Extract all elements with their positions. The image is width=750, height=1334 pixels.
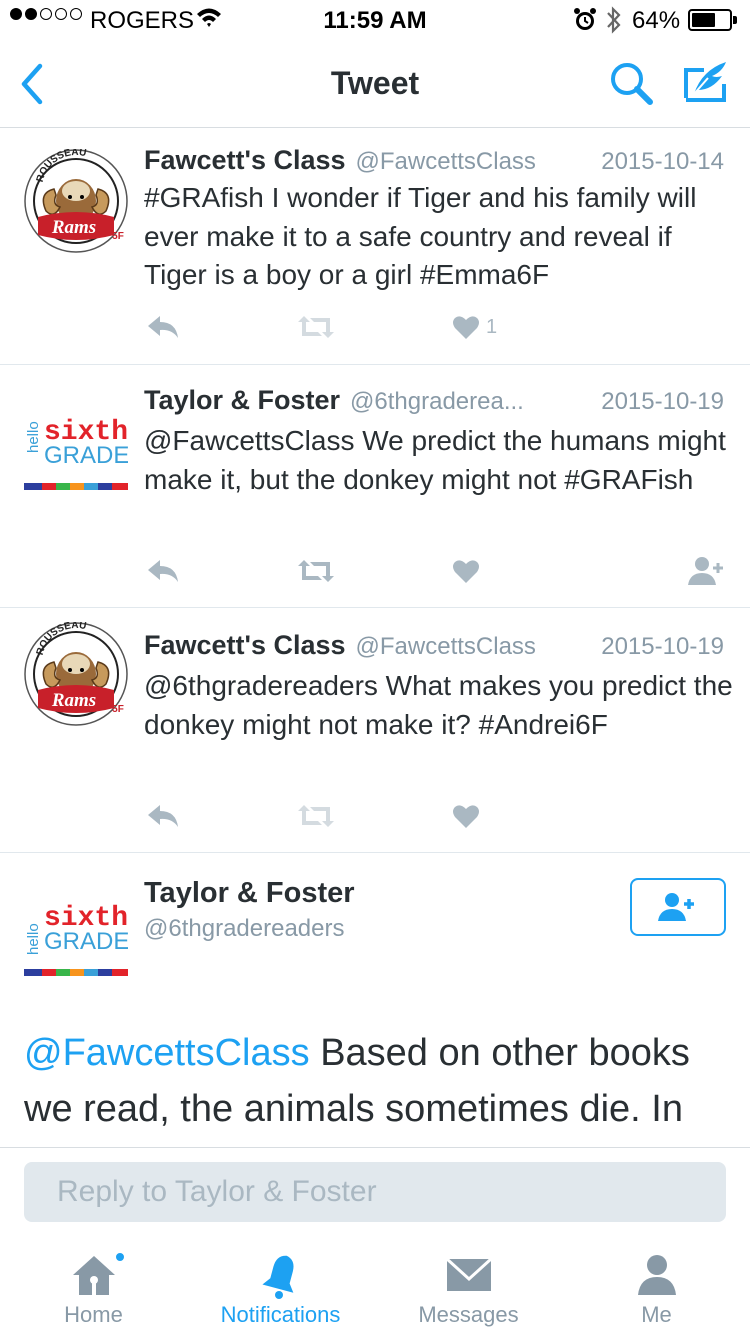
author-name[interactable]: Fawcett's Class — [144, 630, 346, 661]
author-name[interactable]: Taylor & Foster — [144, 877, 355, 910]
svg-text:GRADE: GRADE — [44, 442, 128, 469]
rams-logo: ROUSSEAU Rams 5F — [24, 147, 128, 253]
avatar[interactable]: ROUSSEAU Rams 5F — [24, 620, 128, 726]
reply-icon[interactable] — [146, 796, 180, 836]
tweet[interactable]: ROUSSEAU Rams 5F Fawcett's Class @Fawcet… — [0, 608, 750, 853]
tab-messages[interactable]: Messages — [375, 1239, 562, 1334]
battery-icon — [688, 9, 732, 31]
tab-home[interactable]: Home — [0, 1239, 187, 1334]
tweet-text: @FawcettsClass We predict the humans mig… — [144, 425, 726, 495]
tab-notifications[interactable]: Notifications — [187, 1239, 374, 1334]
tweet-header: Fawcett's Class @FawcettsClass 2015-10-1… — [144, 145, 724, 176]
retweet-icon[interactable] — [296, 307, 336, 347]
tab-me[interactable]: Me — [563, 1239, 750, 1334]
author-name[interactable]: Taylor & Foster — [144, 385, 340, 416]
bluetooth-icon — [604, 5, 624, 42]
tweet-actions — [144, 551, 726, 591]
svg-text:Rams: Rams — [51, 690, 96, 711]
sixth-grade-logo: hello sixth GRADE — [24, 897, 129, 981]
tweet[interactable]: hello sixth GRADE Taylor & Foster @6thgr… — [0, 365, 750, 608]
tab-label: Me — [641, 1302, 672, 1327]
tweet-header: Taylor & Foster @6thgraderea... 2015-10-… — [144, 385, 724, 416]
avatar[interactable]: hello sixth GRADE — [24, 377, 129, 495]
envelope-icon — [445, 1253, 493, 1297]
tweet-date: 2015-10-19 — [601, 633, 724, 660]
compose-icon[interactable] — [682, 58, 730, 106]
svg-text:GRADE: GRADE — [44, 928, 128, 955]
author-name[interactable]: Fawcett's Class — [144, 145, 346, 176]
tab-label: Home — [64, 1302, 123, 1327]
tab-label: Messages — [418, 1302, 519, 1327]
tweet-header: Fawcett's Class @FawcettsClass 2015-10-1… — [144, 630, 724, 661]
tweet-actions — [144, 796, 726, 836]
tweet[interactable]: ROUSSEAU Rams 5F Fawcett's Class @Fawcet… — [0, 129, 750, 365]
tweet-text: @6thgradereaders What makes you predict … — [144, 670, 733, 740]
battery-percentage: 64% — [632, 7, 681, 34]
rams-logo: ROUSSEAU Rams 5F — [24, 620, 128, 726]
status-bar: ROGERS 11:59 AM 64% — [0, 0, 750, 40]
like-icon[interactable] — [452, 551, 480, 591]
main-tweet-text: @FawcettsClass Based on other books we r… — [24, 1025, 724, 1148]
reply-input[interactable] — [24, 1162, 726, 1222]
search-icon[interactable] — [608, 60, 656, 108]
mention-link[interactable]: @FawcettsClass — [24, 1032, 310, 1074]
navigation-bar: Tweet — [0, 40, 750, 128]
retweet-icon[interactable] — [296, 551, 336, 591]
like-icon[interactable]: 1 — [452, 307, 497, 347]
svg-text:Rams: Rams — [51, 217, 96, 238]
tab-label: Notifications — [220, 1302, 341, 1327]
alarm-icon — [573, 6, 597, 41]
avatar[interactable]: hello sixth GRADE — [24, 897, 129, 1001]
svg-text:5F: 5F — [112, 704, 124, 715]
battery-tip — [733, 16, 737, 24]
retweet-icon[interactable] — [296, 796, 336, 836]
author-handle[interactable]: @6thgraderea... — [350, 388, 589, 416]
like-count: 1 — [486, 315, 498, 338]
tweet-date: 2015-10-19 — [601, 388, 724, 415]
main-tweet: hello sixth GRADE Taylor & Foster @6thgr… — [0, 853, 750, 1148]
avatar[interactable]: ROUSSEAU Rams 5F — [24, 147, 128, 253]
reply-icon[interactable] — [146, 307, 180, 347]
add-user-icon — [658, 893, 694, 921]
tab-bar: Home Notifications Messages Me — [0, 1239, 750, 1334]
svg-text:hello: hello — [25, 421, 42, 453]
person-icon — [633, 1253, 681, 1297]
svg-text:5F: 5F — [112, 231, 124, 242]
follow-button[interactable] — [630, 878, 726, 936]
author-handle[interactable]: @6thgradereaders — [144, 915, 344, 943]
follow-icon[interactable] — [688, 551, 728, 591]
sixth-grade-logo: hello sixth GRADE — [24, 377, 129, 495]
reply-icon[interactable] — [146, 551, 180, 591]
bell-icon — [257, 1253, 305, 1299]
chevron-left-icon[interactable] — [14, 62, 54, 106]
author-handle[interactable]: @FawcettsClass — [356, 633, 590, 661]
author-handle[interactable]: @FawcettsClass — [356, 148, 590, 176]
tweet-text: #GRAfish I wonder if Tiger and his famil… — [144, 182, 697, 290]
tweet-actions: 1 — [144, 307, 726, 347]
notification-dot — [114, 1251, 126, 1263]
reply-bar — [0, 1147, 750, 1239]
home-icon — [70, 1253, 118, 1297]
like-icon[interactable] — [452, 796, 480, 836]
svg-text:hello: hello — [25, 923, 42, 955]
tweet-date: 2015-10-14 — [601, 148, 724, 175]
